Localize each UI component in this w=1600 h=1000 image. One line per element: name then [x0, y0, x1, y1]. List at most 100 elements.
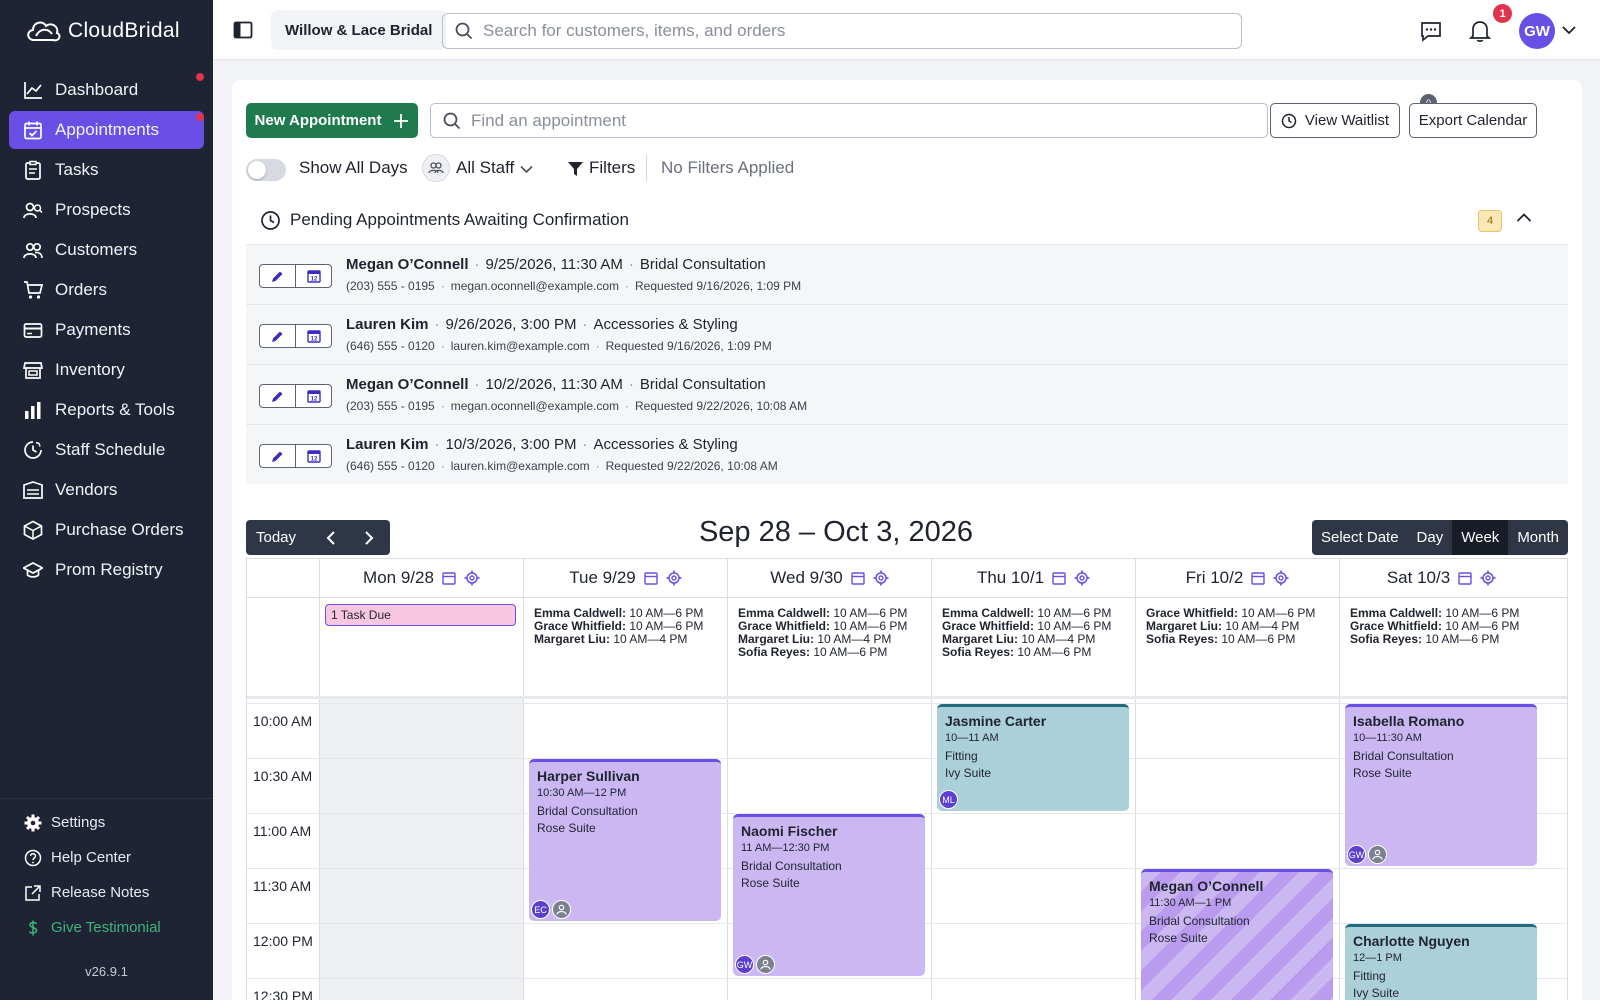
view-week-button[interactable]: Week: [1452, 520, 1509, 555]
calendar-confirm-icon[interactable]: 12: [296, 325, 331, 347]
gear-icon[interactable]: [1074, 570, 1090, 586]
calendar-confirm-icon[interactable]: 12: [296, 265, 331, 287]
gear-icon[interactable]: [1273, 570, 1289, 586]
gear-icon[interactable]: [666, 570, 682, 586]
customer-name[interactable]: Megan O’Connell: [346, 256, 469, 273]
event-room: Rose Suite: [537, 821, 596, 835]
chevron-up-icon[interactable]: [1516, 212, 1532, 223]
user-avatar[interactable]: GW: [1519, 13, 1555, 49]
day-header[interactable]: Thu 10/1: [931, 559, 1135, 597]
chevron-down-icon[interactable]: [520, 165, 533, 174]
sidebar-footer-release-notes[interactable]: Release Notes: [0, 875, 213, 910]
separator-dot: ·: [434, 316, 440, 333]
customer-name[interactable]: Lauren Kim: [346, 316, 429, 333]
customer-name[interactable]: Lauren Kim: [346, 436, 429, 453]
staff-filter-icon[interactable]: [422, 154, 450, 182]
staff-avatar: ML: [939, 790, 958, 809]
export-calendar-button[interactable]: Export Calendar: [1409, 103, 1537, 138]
gear-icon[interactable]: [1480, 570, 1496, 586]
appointment-event[interactable]: Megan O’Connell 11:30 AM—1 PM Bridal Consu…: [1141, 869, 1333, 1000]
sidebar-item-dashboard[interactable]: Dashboard: [9, 71, 204, 109]
show-all-days-toggle[interactable]: [246, 159, 286, 181]
calendar-icon[interactable]: [1052, 571, 1066, 585]
store-selector[interactable]: Willow & Lace Bridal: [271, 10, 447, 50]
sidebar-item-label: Appointments: [55, 120, 159, 139]
edit-pencil-icon[interactable]: [260, 265, 296, 287]
staff-hours: 10 AM—6 PM: [830, 606, 908, 620]
all-staff-dropdown[interactable]: All Staff: [456, 158, 514, 178]
sidebar-item-staff-schedule[interactable]: Staff Schedule: [9, 431, 204, 469]
day-header[interactable]: Mon 9/28: [319, 559, 523, 597]
sidebar-item-customers[interactable]: Customers: [9, 231, 204, 269]
edit-pencil-icon[interactable]: [260, 385, 296, 407]
sidebar-item-vendors[interactable]: Vendors: [9, 471, 204, 509]
appointment-event[interactable]: Harper Sullivan 10:30 AM—12 PM Bridal Cons…: [529, 759, 721, 921]
sidebar-item-label: Dashboard: [55, 80, 139, 99]
sidebar-item-label: Prospects: [55, 200, 131, 219]
day-header[interactable]: Sat 10/3: [1339, 559, 1543, 597]
pending-appointment-row[interactable]: 12 Lauren Kim · 10/3/2026, 3:00 PM · Accessor…: [246, 424, 1568, 484]
sidebar-item-orders[interactable]: Orders: [9, 271, 204, 309]
day-label: Wed 9/30: [770, 568, 843, 587]
gear-icon[interactable]: [873, 570, 889, 586]
sidebar-item-prom-registry[interactable]: Prom Registry: [9, 551, 204, 589]
global-search-input[interactable]: [483, 21, 1207, 41]
filters-button[interactable]: Filters: [589, 158, 635, 178]
pending-appointment-row[interactable]: 12 Megan O’Connell · 10/2/2026, 11:30 AM · Br…: [246, 364, 1568, 424]
sidebar-footer-settings[interactable]: Settings: [0, 805, 213, 840]
view-waitlist-button[interactable]: View Waitlist: [1270, 103, 1400, 138]
dollar-icon: [24, 919, 42, 937]
calendar-confirm-icon[interactable]: 12: [296, 445, 331, 467]
edit-pencil-icon[interactable]: [260, 445, 296, 467]
sidebar-item-payments[interactable]: Payments: [9, 311, 204, 349]
staff-avatar: GW: [1347, 845, 1366, 864]
pending-summary: Lauren Kim · 10/3/2026, 3:00 PM · Accessorie…: [346, 436, 738, 453]
staff-name: Grace Whitfield:: [534, 619, 627, 633]
view-month-button[interactable]: Month: [1508, 520, 1568, 555]
appointment-event[interactable]: Charlotte Nguyen 12—1 PM Fitting Ivy Suite: [1345, 924, 1537, 1000]
sidebar-item-appointments[interactable]: Appointments: [9, 111, 204, 149]
calendar-icon[interactable]: [644, 571, 658, 585]
pending-contact: (203) 555 - 0195 · megan.oconnell@example.…: [346, 279, 801, 293]
calendar-icon[interactable]: [442, 571, 456, 585]
calendar-icon[interactable]: [1458, 571, 1472, 585]
appointment-event[interactable]: Isabella Romano 10—11:30 AM Bridal Consult…: [1345, 704, 1537, 866]
event-customer-name: Isabella Romano: [1353, 713, 1465, 729]
calendar-icon[interactable]: [1251, 571, 1266, 585]
sidebar-item-prospects[interactable]: Prospects: [9, 191, 204, 229]
notifications-bell-icon[interactable]: [1469, 19, 1491, 43]
sidebar-item-tasks[interactable]: Tasks: [9, 151, 204, 189]
appointment-event[interactable]: Jasmine Carter 10—11 AM Fitting Ivy Suite ML: [937, 704, 1129, 811]
new-appointment-button[interactable]: New Appointment: [246, 103, 418, 138]
sidebar-footer-help-center[interactable]: Help Center: [0, 840, 213, 875]
sidebar-item-inventory[interactable]: Inventory: [9, 351, 204, 389]
staff-name: Grace Whitfield:: [1350, 619, 1443, 633]
gear-icon[interactable]: [464, 570, 480, 586]
customer-name[interactable]: Megan O’Connell: [346, 376, 469, 393]
appointment-search[interactable]: [430, 103, 1268, 138]
pending-section-header[interactable]: Pending Appointments Awaiting Confirmati…: [246, 202, 1568, 244]
day-header[interactable]: Wed 9/30: [727, 559, 931, 597]
pending-appointment-row[interactable]: 12 Megan O’Connell · 9/25/2026, 11:30 AM · Br…: [246, 244, 1568, 304]
appointment-search-input[interactable]: [471, 110, 1230, 131]
view-select-date-button[interactable]: Select Date: [1312, 520, 1408, 555]
calendar-icon[interactable]: [851, 571, 865, 585]
day-header[interactable]: Tue 9/29: [523, 559, 727, 597]
appointment-event[interactable]: Naomi Fischer 11 AM—12:30 PM Bridal Consul…: [733, 814, 925, 976]
sidebar-toggle-icon[interactable]: [233, 20, 253, 40]
chevron-down-icon[interactable]: [1562, 25, 1576, 35]
sidebar-footer-give-testimonial[interactable]: Give Testimonial: [0, 910, 213, 945]
day-column[interactable]: [319, 699, 523, 1000]
app-logo[interactable]: CloudBridal: [24, 18, 180, 44]
sidebar-item-reports-tools[interactable]: Reports & Tools: [9, 391, 204, 429]
global-search[interactable]: [442, 13, 1242, 49]
filter-icon[interactable]: [568, 162, 583, 177]
calendar-confirm-icon[interactable]: 12: [296, 385, 331, 407]
messages-icon[interactable]: [1420, 20, 1442, 42]
sidebar-item-purchase-orders[interactable]: Purchase Orders: [9, 511, 204, 549]
day-header[interactable]: Fri 10/2: [1135, 559, 1339, 597]
view-day-button[interactable]: Day: [1408, 520, 1453, 555]
sidebar-item-label: Vendors: [55, 480, 118, 499]
edit-pencil-icon[interactable]: [260, 325, 296, 347]
pending-appointment-row[interactable]: 12 Lauren Kim · 9/26/2026, 3:00 PM · Accessor…: [246, 304, 1568, 364]
